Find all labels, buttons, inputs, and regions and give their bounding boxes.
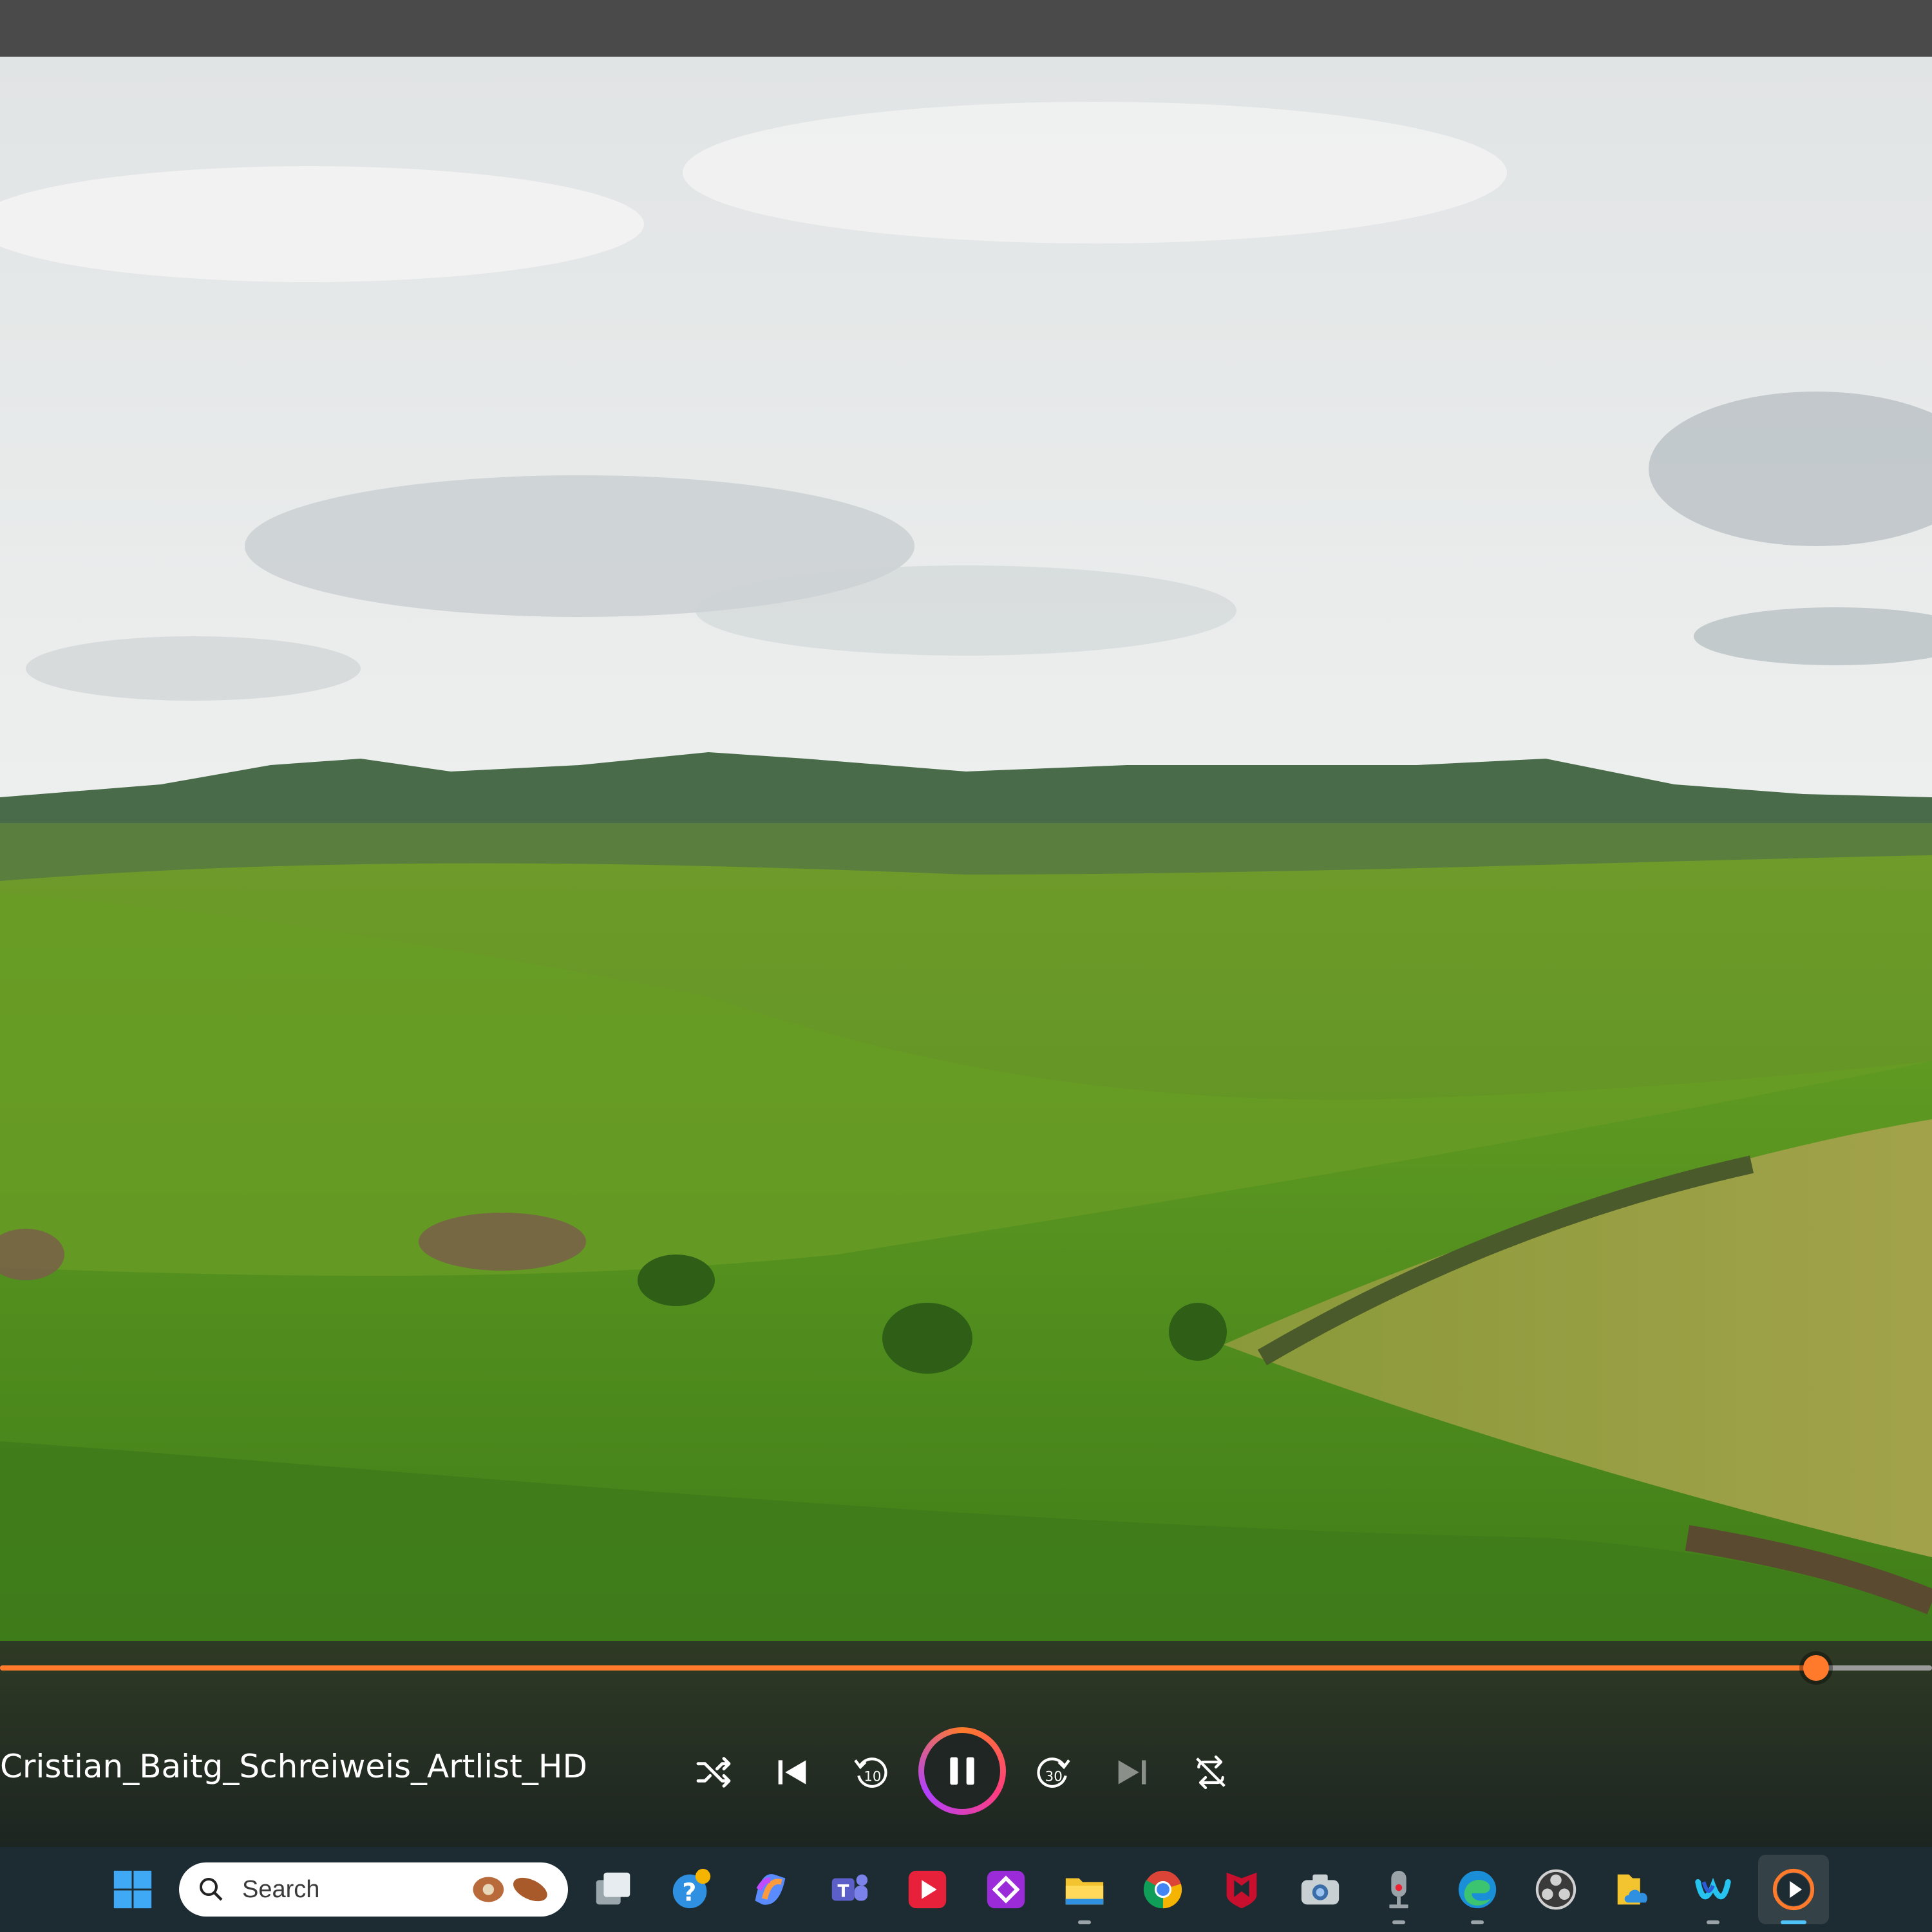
repeat-button[interactable] xyxy=(1180,1741,1242,1803)
svg-text:10: 10 xyxy=(864,1768,881,1785)
onedrive-folder-button[interactable] xyxy=(1610,1865,1659,1914)
search-icon xyxy=(200,1878,223,1901)
svg-text:?: ? xyxy=(682,1879,696,1907)
next-icon xyxy=(1118,1760,1146,1785)
webex-button[interactable] xyxy=(1689,1865,1738,1914)
windows-start-icon xyxy=(113,1870,152,1909)
pause-button-inner xyxy=(924,1733,1000,1809)
media-player-red-icon xyxy=(908,1870,947,1909)
media-player-active-indicator xyxy=(1781,1920,1806,1924)
start-button[interactable] xyxy=(108,1865,157,1914)
repeat-off-icon xyxy=(1196,1755,1226,1790)
file-explorer-running-indicator xyxy=(1078,1920,1091,1924)
get-help-button[interactable]: ? xyxy=(667,1865,716,1914)
onedrive-folder-icon xyxy=(1617,1874,1647,1905)
track-title: Cristian_Baitg_Schreiweis_Artlist_HD xyxy=(0,1748,587,1785)
video-frame[interactable] xyxy=(0,57,1932,1641)
mcafee-button[interactable] xyxy=(1217,1865,1266,1914)
purple-app-icon xyxy=(987,1870,1025,1909)
taskbar: Search ? T xyxy=(0,1847,1932,1932)
media-app-red-button[interactable] xyxy=(903,1865,952,1914)
get-help-icon: ? xyxy=(672,1868,711,1909)
task-view-button[interactable] xyxy=(589,1865,638,1914)
forward-30-icon: 30 xyxy=(1037,1757,1070,1788)
rewind-10-icon: 10 xyxy=(854,1757,887,1788)
taskbar-search[interactable]: Search xyxy=(179,1862,568,1917)
camera-button[interactable] xyxy=(1296,1865,1345,1914)
purple-app-button[interactable] xyxy=(981,1865,1030,1914)
rewind-10-button[interactable]: 10 xyxy=(840,1741,902,1803)
media-player-button[interactable] xyxy=(1769,1865,1818,1914)
chrome-button[interactable] xyxy=(1139,1865,1188,1914)
edge-button[interactable] xyxy=(1453,1865,1502,1914)
pause-button[interactable] xyxy=(918,1727,1006,1815)
teams-button[interactable]: T xyxy=(824,1865,873,1914)
previous-icon xyxy=(778,1760,806,1785)
screen: Cristian_Baitg_Schreiweis_Artlist_HD 10 xyxy=(0,0,1932,1932)
seek-bar-progress xyxy=(0,1665,1816,1671)
obs-icon xyxy=(1535,1869,1577,1910)
search-placeholder: Search xyxy=(242,1876,320,1903)
voice-recorder-button[interactable] xyxy=(1374,1865,1423,1914)
webex-icon xyxy=(1694,1870,1732,1909)
window-title-bar[interactable] xyxy=(0,0,1932,57)
copilot-button[interactable] xyxy=(746,1865,795,1914)
search-highlight-icon xyxy=(473,1877,547,1902)
obs-button[interactable] xyxy=(1531,1865,1580,1914)
file-explorer-button[interactable] xyxy=(1060,1865,1109,1914)
landscape-video-image xyxy=(0,57,1932,1641)
voice-recorder-icon xyxy=(1389,1870,1408,1909)
media-player-icon xyxy=(1772,1868,1815,1911)
forward-30-button[interactable]: 30 xyxy=(1023,1741,1084,1803)
seek-thumb[interactable] xyxy=(1803,1655,1829,1681)
edge-icon xyxy=(1458,1870,1497,1909)
shuffle-icon xyxy=(696,1757,731,1788)
chrome-icon xyxy=(1143,1870,1182,1909)
camera-icon xyxy=(1301,1874,1340,1905)
mcafee-icon xyxy=(1226,1872,1257,1909)
next-button[interactable] xyxy=(1101,1741,1163,1803)
task-view-icon xyxy=(596,1872,630,1905)
file-explorer-icon xyxy=(1065,1878,1104,1905)
webex-running-indicator xyxy=(1707,1920,1719,1924)
shuffle-button[interactable] xyxy=(683,1741,744,1803)
pause-icon xyxy=(950,1757,974,1785)
previous-button[interactable] xyxy=(761,1741,823,1803)
svg-text:30: 30 xyxy=(1045,1768,1063,1785)
svg-text:T: T xyxy=(838,1882,849,1902)
voice-recorder-running-indicator xyxy=(1392,1920,1405,1924)
seek-bar[interactable] xyxy=(0,1665,1932,1671)
teams-icon: T xyxy=(831,1874,868,1902)
edge-running-indicator xyxy=(1471,1920,1484,1924)
copilot-icon xyxy=(755,1874,786,1905)
